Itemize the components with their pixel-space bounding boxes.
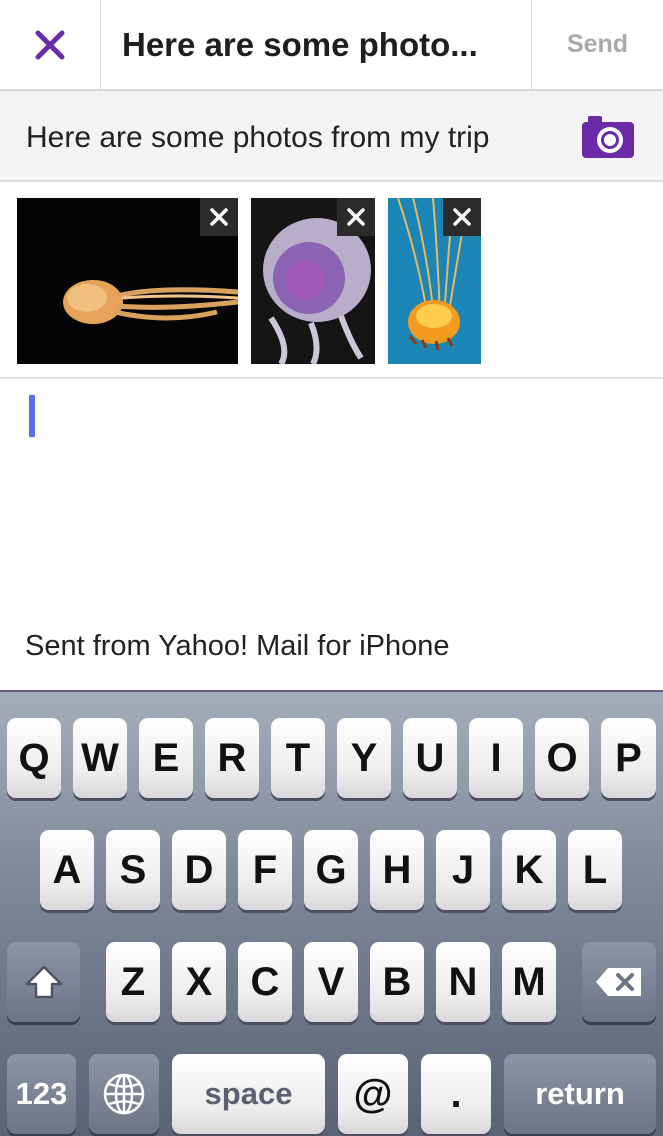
key-i[interactable]: I: [469, 718, 523, 798]
key-y[interactable]: Y: [337, 718, 391, 798]
attachments-strip: [0, 182, 663, 379]
remove-attachment-button[interactable]: [200, 198, 238, 236]
subject-field[interactable]: Here are some photos from my trip: [0, 91, 663, 182]
key-n[interactable]: N: [436, 942, 490, 1022]
key-r[interactable]: R: [205, 718, 259, 798]
space-key[interactable]: space: [172, 1054, 325, 1134]
close-icon: [35, 30, 65, 59]
key-e[interactable]: E: [139, 718, 193, 798]
signature-text: Sent from Yahoo! Mail for iPhone: [25, 630, 450, 662]
remove-attachment-button[interactable]: [337, 198, 375, 236]
key-z[interactable]: Z: [106, 942, 160, 1022]
close-icon: [210, 208, 228, 226]
compose-header: Here are some photo... Send: [0, 0, 663, 91]
close-icon: [453, 208, 471, 226]
return-key[interactable]: return: [504, 1054, 656, 1134]
shift-key[interactable]: [7, 942, 80, 1022]
key-s[interactable]: S: [106, 830, 160, 910]
key-o[interactable]: O: [535, 718, 589, 798]
key-l[interactable]: L: [568, 830, 622, 910]
onscreen-keyboard: Q W E R T Y U I O P A S D F G H J K L Z …: [0, 690, 663, 1136]
close-icon: [347, 208, 365, 226]
key-v[interactable]: V: [304, 942, 358, 1022]
key-x[interactable]: X: [172, 942, 226, 1022]
key-u[interactable]: U: [403, 718, 457, 798]
key-a[interactable]: A: [40, 830, 94, 910]
key-q[interactable]: Q: [7, 718, 61, 798]
backspace-key[interactable]: [582, 942, 656, 1022]
text-cursor: [29, 395, 35, 437]
remove-attachment-button[interactable]: [443, 198, 481, 236]
key-h[interactable]: H: [370, 830, 424, 910]
key-k[interactable]: K: [502, 830, 556, 910]
backspace-icon: [596, 968, 641, 996]
shift-icon: [25, 965, 62, 999]
at-key[interactable]: @: [338, 1054, 408, 1134]
key-j[interactable]: J: [436, 830, 490, 910]
close-button[interactable]: [0, 0, 101, 89]
numbers-key[interactable]: 123: [7, 1054, 76, 1134]
key-t[interactable]: T: [271, 718, 325, 798]
compose-title: Here are some photo...: [122, 26, 478, 63]
key-p[interactable]: P: [601, 718, 656, 798]
key-c[interactable]: C: [238, 942, 292, 1022]
attachment-thumbnail[interactable]: [388, 198, 481, 364]
dot-key[interactable]: .: [421, 1054, 491, 1134]
camera-icon[interactable]: [582, 116, 634, 158]
attachment-thumbnail[interactable]: [251, 198, 375, 364]
send-button[interactable]: Send: [531, 0, 663, 89]
attachment-thumbnail[interactable]: [17, 198, 238, 364]
key-b[interactable]: B: [370, 942, 424, 1022]
globe-key[interactable]: [89, 1054, 159, 1134]
key-d[interactable]: D: [172, 830, 226, 910]
globe-icon: [103, 1073, 145, 1115]
subject-text[interactable]: Here are some photos from my trip: [26, 91, 490, 180]
key-g[interactable]: G: [304, 830, 358, 910]
key-w[interactable]: W: [73, 718, 127, 798]
key-m[interactable]: M: [502, 942, 556, 1022]
key-f[interactable]: F: [238, 830, 292, 910]
